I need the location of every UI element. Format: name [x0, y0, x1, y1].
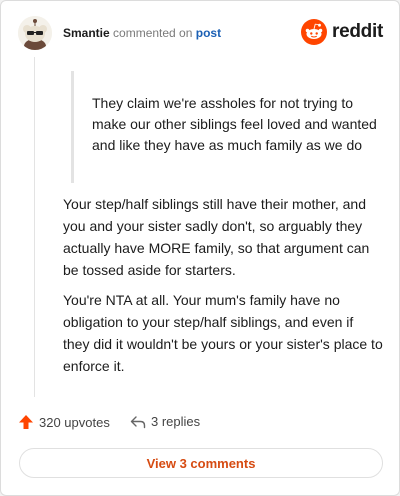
avatar[interactable]	[18, 16, 52, 50]
header-action-text: commented on	[113, 26, 193, 40]
replies-count: 3 replies	[151, 414, 201, 429]
upvote-arrow-icon	[19, 415, 33, 429]
username[interactable]: Smantie	[63, 26, 110, 40]
comment-header: Smantie commented on post	[63, 26, 221, 40]
upvote-count: 320 upvotes	[39, 414, 110, 430]
view-comments-button[interactable]: View 3 comments	[19, 448, 383, 478]
blockquote-bar	[71, 71, 74, 183]
brand-logo: reddit	[301, 19, 383, 45]
snoo-avatar-icon	[18, 16, 52, 50]
blockquote-text: They claim we're assholes for not trying…	[92, 95, 377, 153]
upvote-button[interactable]: 320 upvotes	[18, 414, 110, 430]
reply-arrow-icon	[130, 415, 146, 428]
replies-button[interactable]: 3 replies	[130, 414, 200, 429]
comment-paragraph: Your step/half siblings still have their…	[63, 196, 370, 278]
brand-name: reddit	[332, 21, 383, 42]
comment-paragraph: You're NTA at all. Your mum's family hav…	[63, 292, 383, 374]
comment-card: Smantie commented on post reddit They cl…	[0, 0, 400, 496]
thread-line[interactable]	[34, 57, 35, 397]
reddit-alien-icon	[301, 19, 328, 45]
post-link[interactable]: post	[196, 26, 221, 40]
